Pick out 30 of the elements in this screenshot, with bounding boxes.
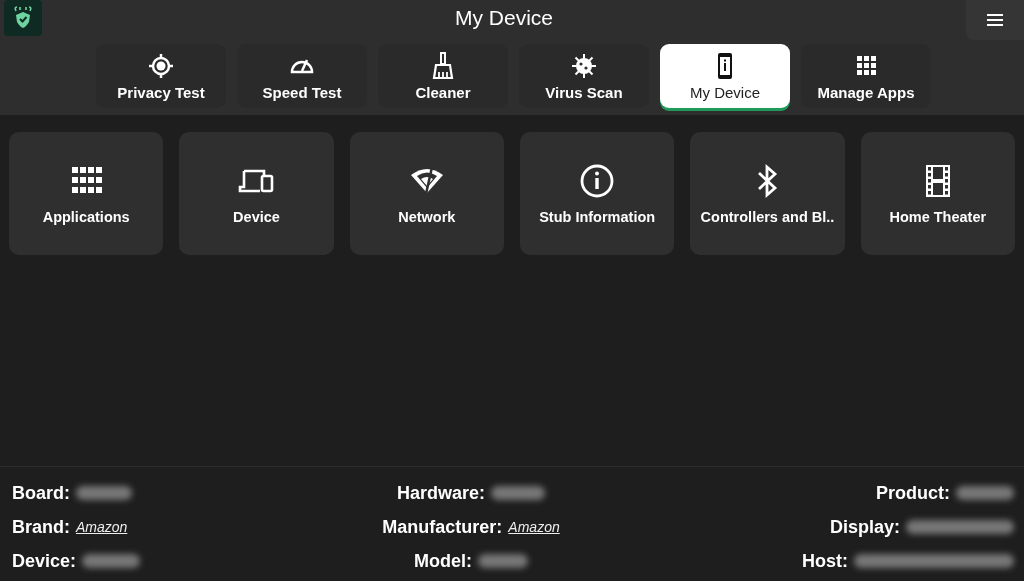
shield-logo-icon [4, 0, 42, 36]
nav-tab[interactable]: Speed Test [237, 44, 367, 108]
info-label: Device: [12, 550, 77, 572]
info-icon [579, 162, 616, 199]
info-label: Model: [414, 550, 472, 572]
nav-tab[interactable]: Virus Scan [519, 44, 649, 108]
nav-tab[interactable]: Manage Apps [801, 44, 931, 108]
info-label: Manufacturer: [382, 516, 503, 538]
info-label: Brand: [12, 516, 70, 538]
virus-icon [569, 51, 599, 81]
category-card[interactable]: Applications [9, 132, 164, 255]
menu-button[interactable] [966, 0, 1024, 40]
info-label: Product: [876, 482, 950, 504]
category-card[interactable]: Network [349, 132, 504, 255]
nav-tab[interactable]: My Device [660, 44, 790, 108]
category-card[interactable]: Device [179, 132, 334, 255]
nav-tab[interactable]: Cleaner [378, 44, 508, 108]
page-title: My Device [455, 5, 553, 30]
category-card[interactable]: Stub Information [520, 132, 675, 255]
info-link[interactable]: Amazon [508, 519, 560, 535]
info-label: Hardware: [397, 482, 486, 504]
category-card[interactable]: Home Theater [860, 132, 1015, 255]
info-link[interactable]: Amazon [76, 519, 128, 535]
info-label: Host: [802, 550, 848, 572]
nav-tab[interactable]: Privacy Test [96, 44, 226, 108]
menu-icon [987, 14, 1003, 26]
crosshair-icon [146, 51, 176, 81]
info-label: Board: [12, 482, 70, 504]
category-card[interactable]: Controllers and Bl.. [690, 132, 845, 255]
info-label: Display: [829, 516, 900, 538]
